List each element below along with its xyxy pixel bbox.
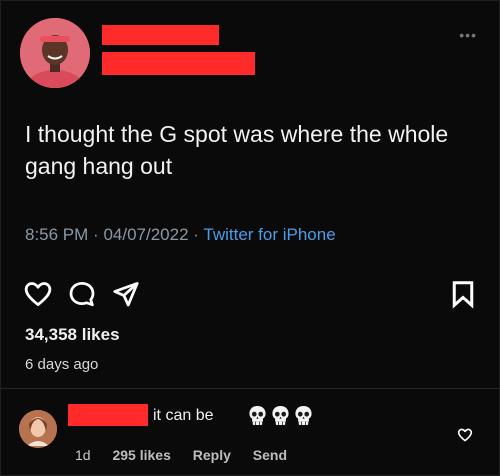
send-icon[interactable] (111, 279, 141, 309)
skull-icon (272, 406, 289, 425)
redacted-handle (102, 52, 255, 75)
avatar-photo (20, 18, 90, 88)
skull-emoji-group (248, 405, 313, 426)
divider (1, 388, 500, 389)
comment-time: 1d (75, 447, 91, 463)
skull-icon (295, 406, 312, 425)
more-options-icon[interactable]: ••• (459, 27, 477, 43)
tweet-source-link[interactable]: Twitter for iPhone (203, 225, 335, 244)
commenter-avatar[interactable] (19, 410, 57, 448)
comment-text: it can be (153, 407, 214, 424)
action-bar (23, 279, 483, 309)
meta-separator: · (193, 225, 199, 244)
post-age: 6 days ago (25, 356, 99, 373)
post-container: ••• I thought the G spot was where the w… (0, 0, 500, 476)
commenter-avatar-photo (19, 410, 57, 448)
tweet-metadata: 8:56 PM · 04/07/2022 · Twitter for iPhon… (25, 225, 336, 245)
avatar[interactable] (20, 18, 90, 88)
comment-heart-icon[interactable] (457, 427, 473, 443)
likes-count[interactable]: 34,358 likes (25, 325, 120, 345)
redacted-commenter-name (68, 404, 148, 426)
reply-button[interactable]: Reply (193, 447, 231, 463)
comment-meta: 1d 295 likes Reply Send (75, 447, 305, 463)
send-button[interactable]: Send (253, 447, 287, 463)
comment-bubble-icon[interactable] (67, 279, 97, 309)
heart-icon[interactable] (23, 279, 53, 309)
tweet-date: 04/07/2022 (103, 225, 189, 244)
redacted-name (102, 25, 219, 45)
comment-likes[interactable]: 295 likes (112, 447, 170, 463)
tweet-text: I thought the G spot was where the whole… (25, 121, 449, 179)
skull-icon (249, 406, 266, 425)
bookmark-icon[interactable] (448, 279, 478, 309)
tweet-time: 8:56 PM (25, 225, 89, 244)
meta-separator: · (93, 225, 99, 244)
